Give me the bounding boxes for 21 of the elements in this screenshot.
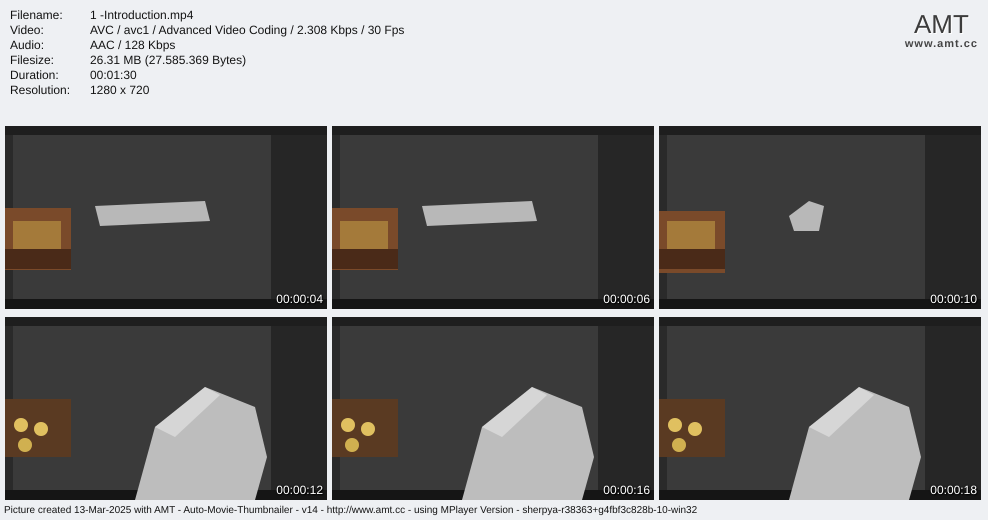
info-label: Resolution:: [10, 83, 72, 97]
info-label: Audio:: [10, 38, 46, 52]
info-value: AAC / 128 Kbps: [90, 38, 176, 52]
timestamp: 00:00:10: [930, 292, 977, 306]
footer-text: Picture created 13-Mar-2025 with AMT - Auto-Movie-Thumbnailer - v14 - http://www.amt.cc - using MPlayer Version - sherpya-r38363+g4fbf3c828b-10-win32: [4, 505, 698, 516]
info-label: Filesize:: [10, 53, 56, 67]
timestamp: 00:00:16: [603, 483, 650, 497]
info-value: AVC / avc1 / Advanced Video Coding / 2.308 Kbps / 30 Fps: [90, 23, 404, 37]
logo-url: www.amt.cc: [904, 38, 978, 50]
info-value: 00:01:30: [90, 68, 138, 82]
timestamp: 00:00:12: [276, 483, 323, 497]
timestamp: 00:00:04: [276, 292, 323, 306]
info-label: Filename:: [10, 8, 64, 22]
timestamp: 00:00:06: [603, 292, 650, 306]
info-label: Duration:: [10, 68, 60, 82]
timestamp: 00:00:18: [930, 483, 977, 497]
info-value: 1280 x 720: [90, 83, 150, 97]
logo-title: AMT: [914, 10, 969, 38]
info-label: Video:: [10, 23, 45, 37]
info-value: 26.31 MB (27.585.369 Bytes): [90, 53, 248, 67]
info-value: 1 -Introduction.mp4: [90, 8, 194, 22]
